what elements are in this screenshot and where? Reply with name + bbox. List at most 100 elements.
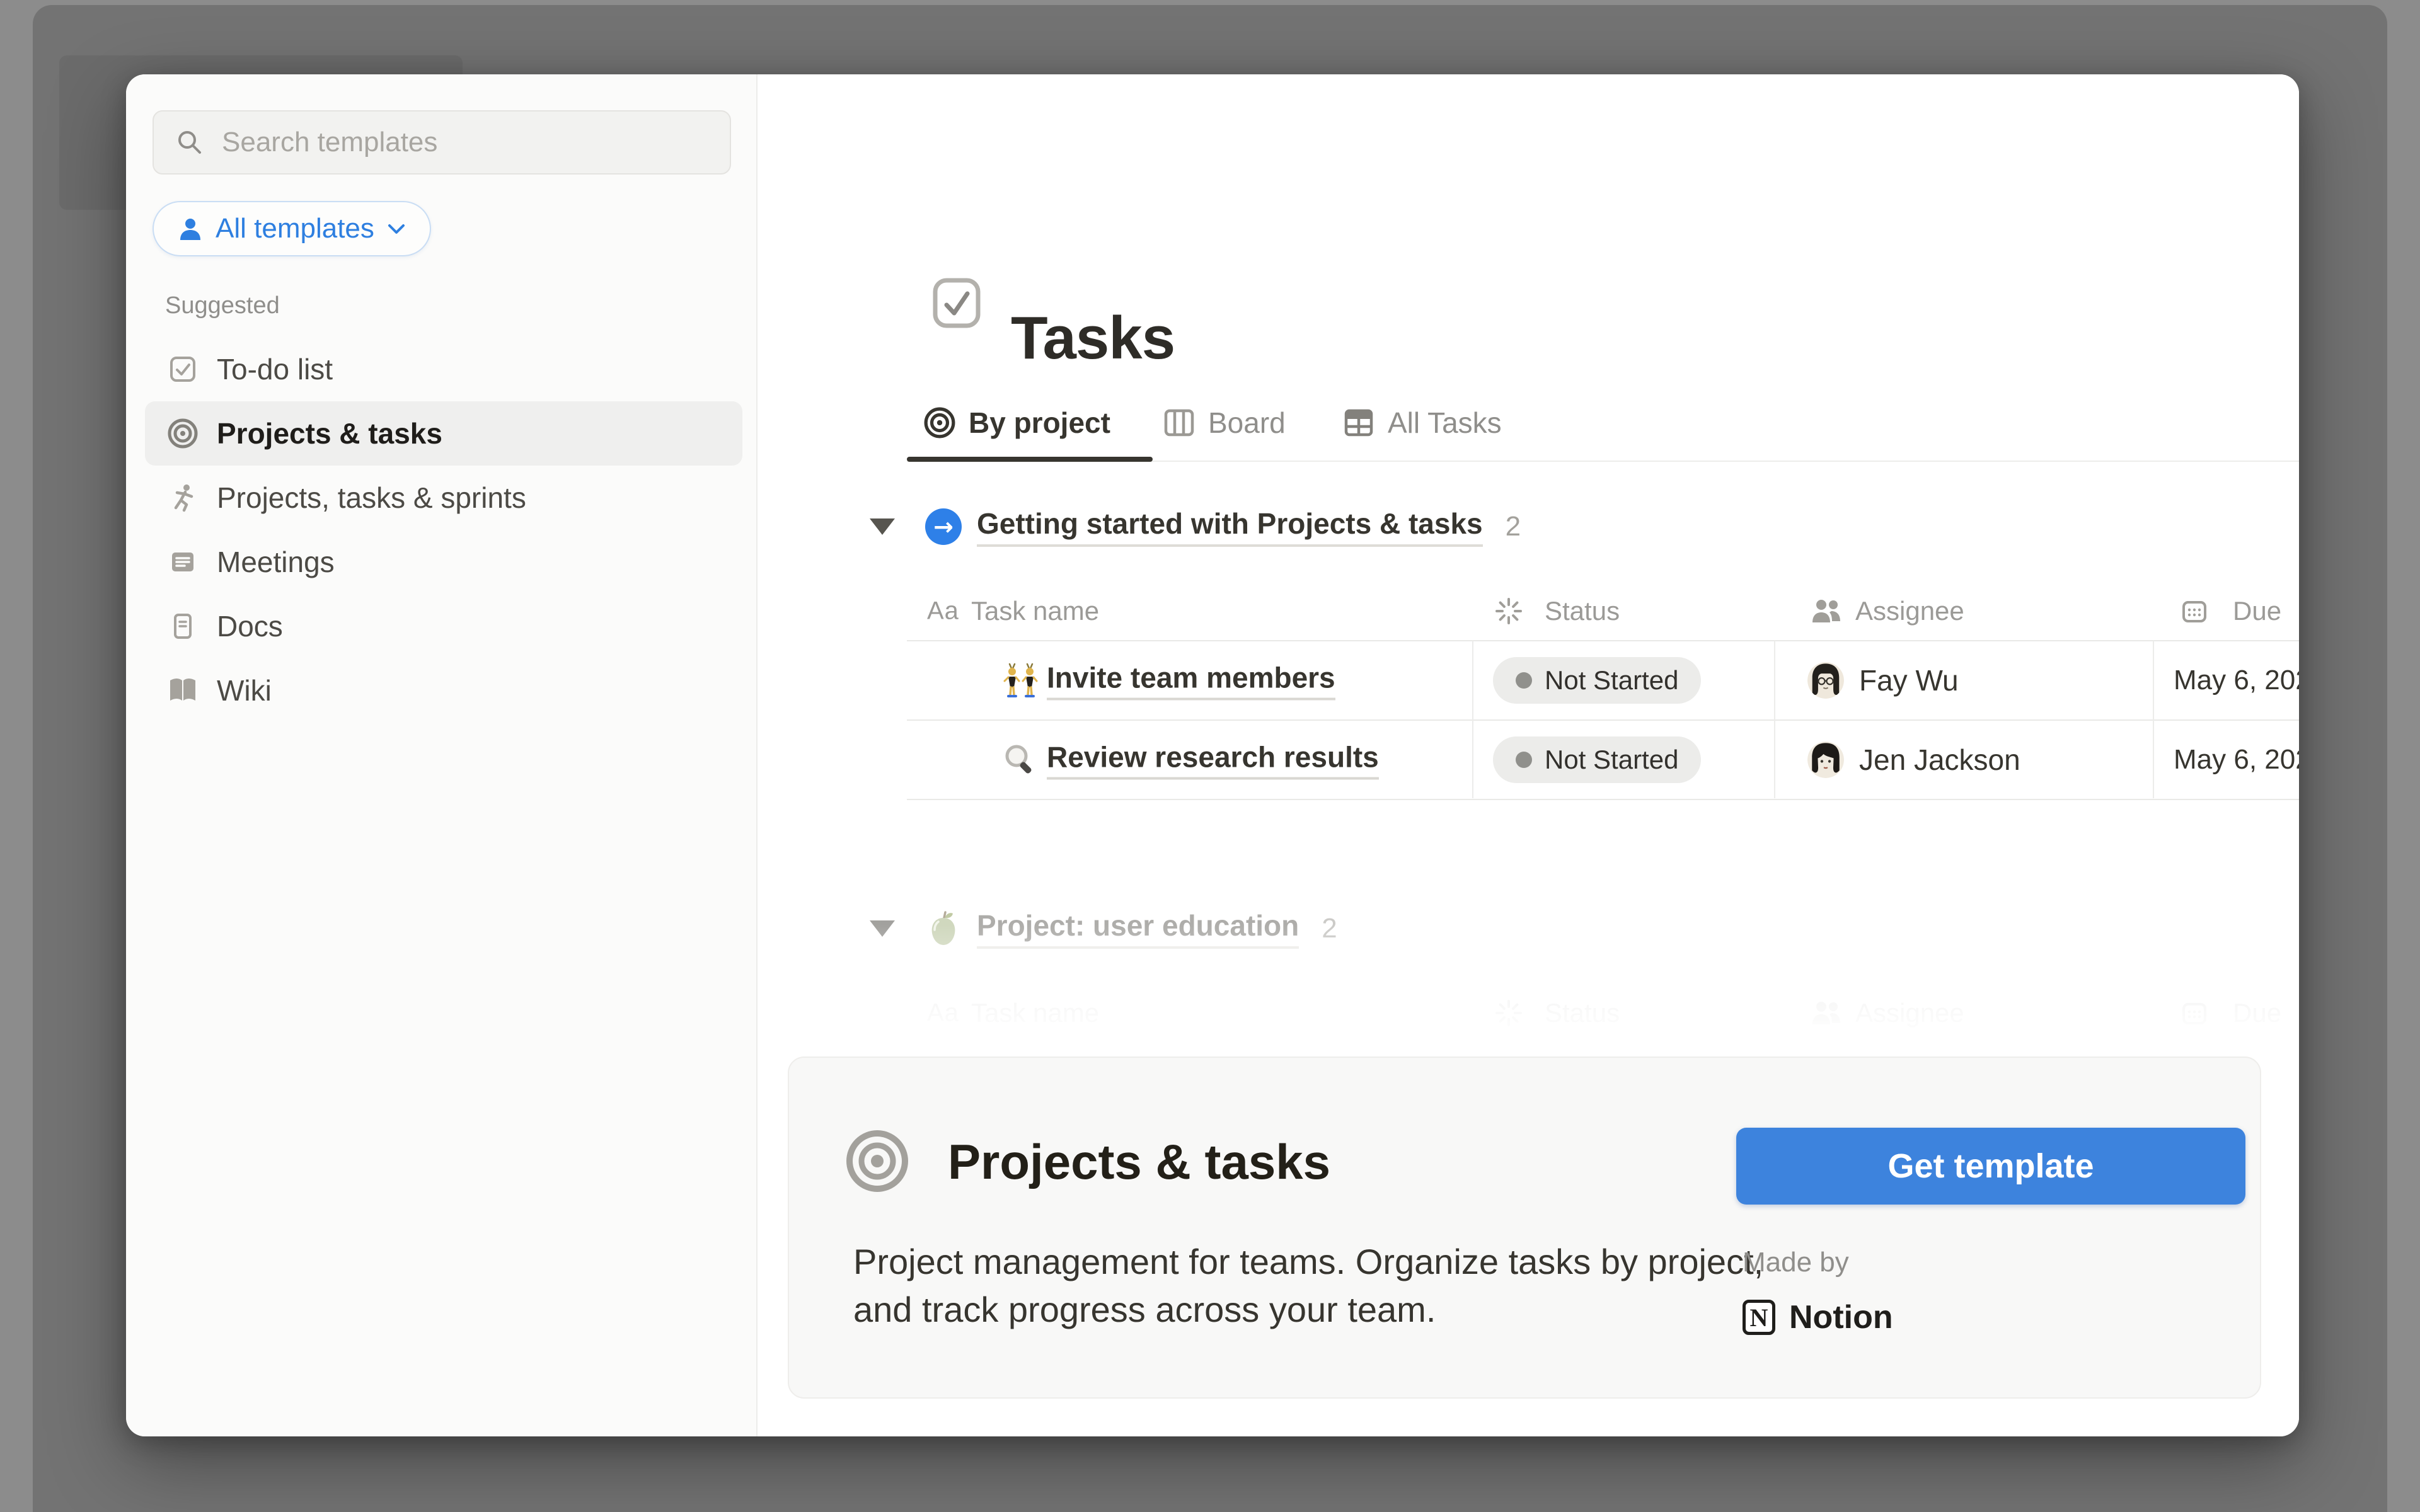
sidebar-item-todo-list[interactable]: To-do list xyxy=(145,337,742,401)
sidebar-item-meetings[interactable]: Meetings xyxy=(145,530,742,594)
section-title-link[interactable]: Getting started with Projects & tasks xyxy=(977,507,1483,547)
sidebar-item-label: Docs xyxy=(217,609,283,643)
section-count: 2 xyxy=(1506,511,1521,542)
column-header-status: Status xyxy=(1545,998,1620,1028)
table-row[interactable]: Review research results Not Started Jen … xyxy=(907,721,2299,800)
sidebar-item-projects-tasks-sprints[interactable]: Projects, tasks & sprints xyxy=(145,466,742,530)
column-header-assignee[interactable]: Assignee xyxy=(1855,596,1964,626)
table-grid-icon xyxy=(1342,406,1375,439)
task-link[interactable]: Review research results xyxy=(1047,740,1379,780)
filter-chip-label: All templates xyxy=(216,213,374,244)
search-templates-input[interactable] xyxy=(221,126,708,159)
text-type-icon: Aa xyxy=(927,999,959,1028)
sidebar-section-label: Suggested xyxy=(165,292,280,319)
runner-icon xyxy=(166,481,199,514)
target-icon xyxy=(166,417,199,450)
person-icon xyxy=(178,216,203,241)
avatar xyxy=(1807,662,1844,699)
section-count: 2 xyxy=(1322,913,1337,944)
sidebar-item-wiki[interactable]: Wiki xyxy=(145,658,742,723)
table-row[interactable]: Invite team members Not Started Fay Wu M… xyxy=(907,641,2299,721)
sidebar-item-label: Projects & tasks xyxy=(217,416,442,450)
dancing-pair-icon xyxy=(1002,662,1039,699)
template-card-description: Project management for teams. Organize t… xyxy=(853,1238,1799,1334)
tab-by-project[interactable]: By project xyxy=(923,392,1110,453)
target-icon xyxy=(923,406,956,439)
task-link[interactable]: Invite team members xyxy=(1047,661,1335,701)
board-columns-icon xyxy=(1163,406,1196,439)
status-badge[interactable]: Not Started xyxy=(1493,736,1701,783)
section-title-link[interactable]: Project: user education xyxy=(977,908,1299,949)
assignee-cell[interactable]: Jen Jackson xyxy=(1807,742,2020,778)
template-preview: Tasks By project Board All Tasks xyxy=(758,74,2299,1436)
people-icon xyxy=(1811,999,1842,1027)
column-header-status[interactable]: Status xyxy=(1545,596,1620,626)
column-header-due: Due xyxy=(2233,998,2281,1028)
calendar-icon xyxy=(2180,999,2209,1028)
notion-logo-icon: N xyxy=(1743,1300,1775,1335)
sidebar-item-label: To-do list xyxy=(217,352,333,386)
document-icon xyxy=(166,610,199,643)
tab-label: All Tasks xyxy=(1388,406,1502,440)
sidebar-item-projects-tasks[interactable]: Projects & tasks xyxy=(145,401,742,466)
assignee-cell[interactable]: Fay Wu xyxy=(1807,662,1959,699)
column-divider xyxy=(1472,641,1473,798)
target-icon xyxy=(844,1128,910,1194)
collapse-triangle-icon[interactable] xyxy=(870,518,895,535)
tab-label: Board xyxy=(1208,406,1286,440)
magnifier-icon xyxy=(1002,742,1039,778)
author-name: Notion xyxy=(1789,1298,1893,1336)
open-book-icon xyxy=(166,674,199,707)
text-type-icon: Aa xyxy=(927,597,959,626)
green-apple-icon xyxy=(925,910,962,947)
avatar xyxy=(1807,742,1844,778)
search-icon xyxy=(175,128,204,157)
column-divider xyxy=(1774,641,1775,798)
all-templates-filter-chip[interactable]: All templates xyxy=(153,201,431,256)
status-spinner-icon xyxy=(1494,999,1523,1028)
sidebar-item-label: Projects, tasks & sprints xyxy=(217,481,526,515)
template-sidebar: All templates Suggested To-do list Proje… xyxy=(126,74,758,1436)
calendar-icon xyxy=(2180,597,2209,626)
status-badge[interactable]: Not Started xyxy=(1493,657,1701,704)
column-header-assignee: Assignee xyxy=(1855,998,1964,1028)
people-icon xyxy=(1811,597,1842,625)
status-dot xyxy=(1516,752,1532,768)
collapse-triangle-icon[interactable] xyxy=(870,920,895,937)
tasks-table: Aa Task name Status Assignee Due xyxy=(907,582,2299,800)
column-header-task-name: Task name xyxy=(971,998,1099,1028)
tab-board[interactable]: Board xyxy=(1163,392,1286,453)
checkbox-page-icon xyxy=(930,277,983,329)
template-info-card: Projects & tasks Project management for … xyxy=(788,1057,2261,1399)
page-title: Tasks xyxy=(1011,304,1175,373)
due-date[interactable]: May 6, 202 xyxy=(2174,665,2299,696)
blue-arrow-circle-icon: → xyxy=(925,508,962,545)
status-spinner-icon xyxy=(1494,597,1523,626)
template-menu: To-do list Projects & tasks Projects, ta… xyxy=(145,337,742,723)
get-template-button[interactable]: Get template xyxy=(1736,1128,2245,1205)
view-tabs: By project Board All Tasks xyxy=(758,392,2299,462)
search-templates-box[interactable] xyxy=(153,110,731,175)
template-gallery-modal: All templates Suggested To-do list Proje… xyxy=(126,74,2299,1436)
tasks-table-faded: Aa Task name Status Assignee Due xyxy=(907,984,2299,1042)
todo-checkbox-icon xyxy=(166,353,199,386)
table-header-row: Aa Task name Status Assignee Due xyxy=(907,582,2299,641)
section-header-user-education: Project: user education 2 xyxy=(870,905,1337,953)
column-header-task-name[interactable]: Task name xyxy=(971,596,1099,626)
column-divider xyxy=(2153,641,2154,798)
tab-label: By project xyxy=(969,406,1110,440)
sidebar-item-docs[interactable]: Docs xyxy=(145,594,742,658)
status-dot xyxy=(1516,672,1532,689)
table-header-row: Aa Task name Status Assignee Due xyxy=(907,984,2299,1042)
template-card-title: Projects & tasks xyxy=(948,1133,1330,1191)
chevron-down-icon xyxy=(387,222,406,236)
section-header-getting-started: → Getting started with Projects & tasks … xyxy=(870,503,1521,551)
made-by-label: Made by xyxy=(1743,1247,1849,1278)
sidebar-item-label: Wiki xyxy=(217,673,272,707)
column-header-due[interactable]: Due xyxy=(2233,596,2281,626)
due-date[interactable]: May 6, 202 xyxy=(2174,744,2299,776)
author-row[interactable]: N Notion xyxy=(1743,1298,1893,1336)
meeting-notes-icon xyxy=(166,546,199,578)
tab-all-tasks[interactable]: All Tasks xyxy=(1342,392,1502,453)
active-tab-underline xyxy=(907,457,1153,462)
